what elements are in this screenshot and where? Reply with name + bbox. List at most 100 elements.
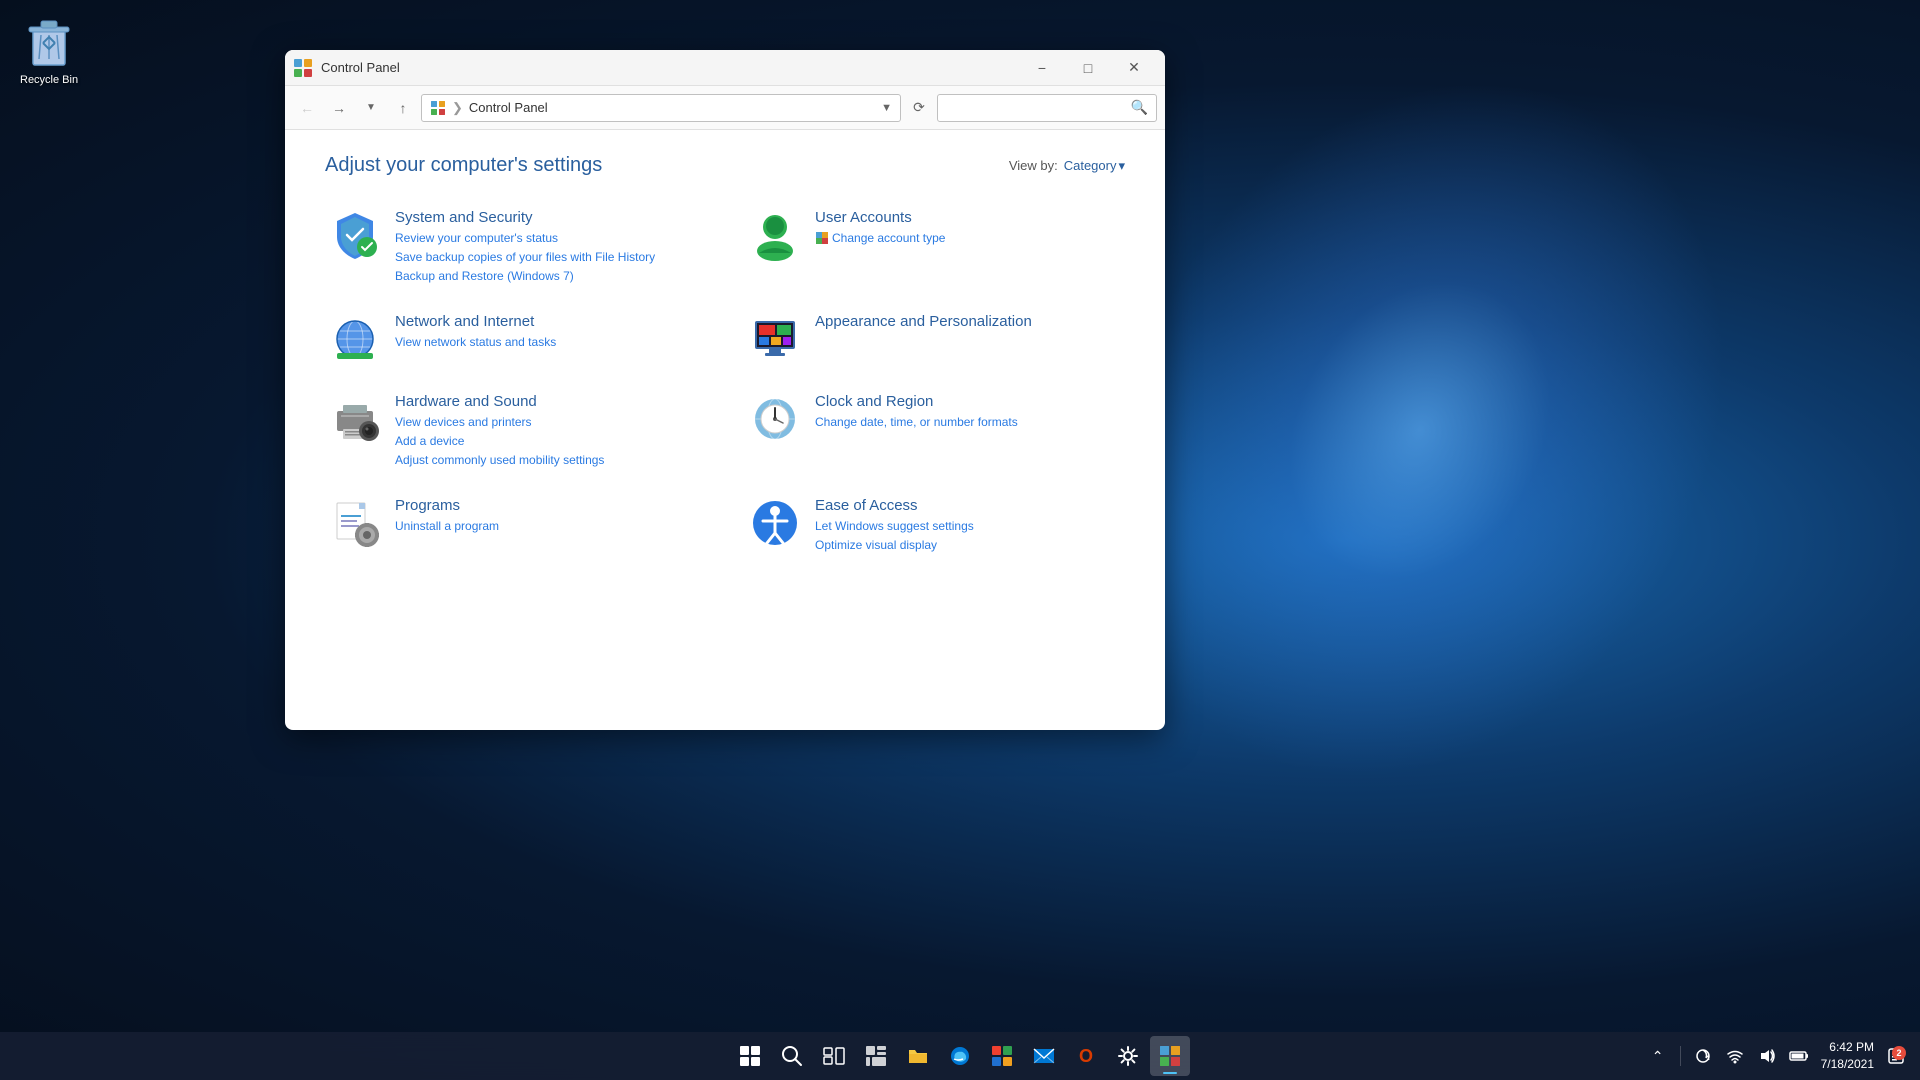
tray-chevron[interactable]: ⌃ bbox=[1644, 1042, 1672, 1070]
network-internet-link-1[interactable]: View network status and tasks bbox=[395, 333, 556, 351]
hardware-sound-title[interactable]: Hardware and Sound bbox=[395, 393, 604, 410]
system-security-link-3[interactable]: Backup and Restore (Windows 7) bbox=[395, 267, 655, 285]
ease-of-access-title[interactable]: Ease of Access bbox=[815, 497, 974, 514]
taskbar-widgets-button[interactable] bbox=[856, 1036, 896, 1076]
category-programs[interactable]: Programs Uninstall a program bbox=[325, 493, 705, 558]
hardware-sound-link-1[interactable]: View devices and printers bbox=[395, 413, 604, 431]
mail-icon bbox=[1033, 1045, 1055, 1067]
system-security-title[interactable]: System and Security bbox=[395, 209, 655, 226]
taskbar-taskview-button[interactable] bbox=[814, 1036, 854, 1076]
search-icon bbox=[781, 1045, 803, 1067]
taskbar-edge-button[interactable] bbox=[940, 1036, 980, 1076]
network-internet-links: View network status and tasks bbox=[395, 333, 556, 351]
category-hardware-sound[interactable]: Hardware and Sound View devices and prin… bbox=[325, 389, 705, 473]
clock-region-links: Change date, time, or number formats bbox=[815, 413, 1018, 431]
ease-of-access-content: Ease of Access Let Windows suggest setti… bbox=[815, 497, 974, 554]
search-input[interactable] bbox=[946, 100, 1131, 115]
user-accounts-content: User Accounts Change account type bbox=[815, 209, 945, 247]
hardware-sound-link-3[interactable]: Adjust commonly used mobility settings bbox=[395, 451, 604, 469]
address-text: Control Panel bbox=[469, 100, 548, 115]
programs-links: Uninstall a program bbox=[395, 517, 499, 535]
volume-icon bbox=[1759, 1048, 1775, 1064]
address-dropdown-arrow[interactable]: ▼ bbox=[881, 102, 892, 114]
programs-icon bbox=[329, 497, 381, 549]
taskbar-start-button[interactable] bbox=[730, 1036, 770, 1076]
category-ease-of-access[interactable]: Ease of Access Let Windows suggest setti… bbox=[745, 493, 1125, 558]
taskbar-file-explorer-button[interactable] bbox=[898, 1036, 938, 1076]
taskbar-clock[interactable]: 6:42 PM 7/18/2021 bbox=[1821, 1039, 1874, 1073]
programs-link-1[interactable]: Uninstall a program bbox=[395, 517, 499, 535]
address-path[interactable]: ❯ Control Panel ▼ bbox=[421, 94, 901, 122]
ease-of-access-link-1[interactable]: Let Windows suggest settings bbox=[815, 517, 974, 535]
notification-center[interactable]: 2 bbox=[1882, 1042, 1910, 1070]
user-accounts-link-1[interactable]: Change account type bbox=[815, 229, 945, 247]
taskbar-settings-button[interactable] bbox=[1108, 1036, 1148, 1076]
desktop-wallpaper-light bbox=[1058, 80, 1781, 780]
taskbar-mail-button[interactable] bbox=[1024, 1036, 1064, 1076]
category-appearance[interactable]: Appearance and Personalization bbox=[745, 309, 1125, 369]
time-display: 6:42 PM bbox=[1821, 1039, 1874, 1056]
content-area: Adjust your computer's settings View by:… bbox=[285, 130, 1165, 730]
system-security-icon bbox=[329, 209, 381, 261]
ease-of-access-icon bbox=[749, 497, 801, 549]
system-security-link-1[interactable]: Review your computer's status bbox=[395, 229, 655, 247]
office-label: O bbox=[1079, 1046, 1093, 1067]
window-titlebar[interactable]: Control Panel − □ ✕ bbox=[285, 50, 1165, 86]
hardware-sound-icon bbox=[329, 393, 381, 445]
recent-locations-button[interactable]: ▼ bbox=[357, 94, 385, 122]
search-icon[interactable]: 🔍 bbox=[1131, 99, 1148, 116]
view-by-arrow: ▾ bbox=[1118, 158, 1125, 174]
refresh-button[interactable]: ⟳ bbox=[905, 94, 933, 122]
tray-wifi[interactable] bbox=[1721, 1042, 1749, 1070]
system-security-link-2[interactable]: Save backup copies of your files with Fi… bbox=[395, 248, 655, 266]
minimize-button[interactable]: − bbox=[1019, 52, 1065, 84]
up-button[interactable]: ↑ bbox=[389, 94, 417, 122]
store-icon bbox=[991, 1045, 1013, 1067]
tray-volume[interactable] bbox=[1753, 1042, 1781, 1070]
programs-title[interactable]: Programs bbox=[395, 497, 499, 514]
search-box[interactable]: 🔍 bbox=[937, 94, 1157, 122]
clock-region-title[interactable]: Clock and Region bbox=[815, 393, 1018, 410]
taskbar-center: O bbox=[730, 1036, 1190, 1076]
taskbar-control-panel-button[interactable] bbox=[1150, 1036, 1190, 1076]
back-button[interactable]: ← bbox=[293, 94, 321, 122]
recycle-bin-icon[interactable]: Recycle Bin bbox=[15, 10, 83, 91]
tray-rotation-lock[interactable] bbox=[1689, 1042, 1717, 1070]
network-internet-content: Network and Internet View network status… bbox=[395, 313, 556, 351]
taskbar-store-button[interactable] bbox=[982, 1036, 1022, 1076]
address-separator: ❯ bbox=[452, 100, 463, 116]
category-network-internet[interactable]: Network and Internet View network status… bbox=[325, 309, 705, 369]
clock-region-link-1[interactable]: Change date, time, or number formats bbox=[815, 413, 1018, 431]
uac-shield-icon bbox=[815, 231, 829, 245]
category-clock-region[interactable]: Clock and Region Change date, time, or n… bbox=[745, 389, 1125, 473]
taskbar: O ⌃ bbox=[0, 1032, 1920, 1080]
user-accounts-links: Change account type bbox=[815, 229, 945, 247]
network-internet-title[interactable]: Network and Internet bbox=[395, 313, 556, 330]
window-controls: − □ ✕ bbox=[1019, 52, 1157, 84]
user-accounts-title[interactable]: User Accounts bbox=[815, 209, 945, 226]
category-system-security[interactable]: System and Security Review your computer… bbox=[325, 205, 705, 289]
window-app-icon bbox=[293, 58, 313, 78]
address-icon bbox=[430, 100, 446, 116]
appearance-icon bbox=[749, 313, 801, 365]
hardware-sound-link-2[interactable]: Add a device bbox=[395, 432, 604, 450]
edge-icon bbox=[949, 1045, 971, 1067]
ease-of-access-links: Let Windows suggest settings Optimize vi… bbox=[815, 517, 974, 554]
forward-button[interactable]: → bbox=[325, 94, 353, 122]
desktop: Recycle Bin Control Panel − □ ✕ ← bbox=[0, 0, 1920, 1080]
file-explorer-icon bbox=[907, 1045, 929, 1067]
close-button[interactable]: ✕ bbox=[1111, 52, 1157, 84]
control-panel-window: Control Panel − □ ✕ ← → ▼ ↑ ❯ Control bbox=[285, 50, 1165, 730]
category-user-accounts[interactable]: User Accounts Change account type bbox=[745, 205, 1125, 289]
view-by-dropdown[interactable]: Category ▾ bbox=[1064, 158, 1125, 174]
taskbar-office-button[interactable]: O bbox=[1066, 1036, 1106, 1076]
window-title: Control Panel bbox=[321, 60, 1019, 75]
widgets-icon bbox=[865, 1045, 887, 1067]
maximize-button[interactable]: □ bbox=[1065, 52, 1111, 84]
taskbar-search-button[interactable] bbox=[772, 1036, 812, 1076]
tray-separator bbox=[1680, 1046, 1681, 1066]
appearance-title[interactable]: Appearance and Personalization bbox=[815, 313, 1032, 330]
ease-of-access-link-2[interactable]: Optimize visual display bbox=[815, 536, 974, 554]
tray-battery[interactable] bbox=[1785, 1042, 1813, 1070]
view-by-label: View by: bbox=[1009, 158, 1058, 173]
